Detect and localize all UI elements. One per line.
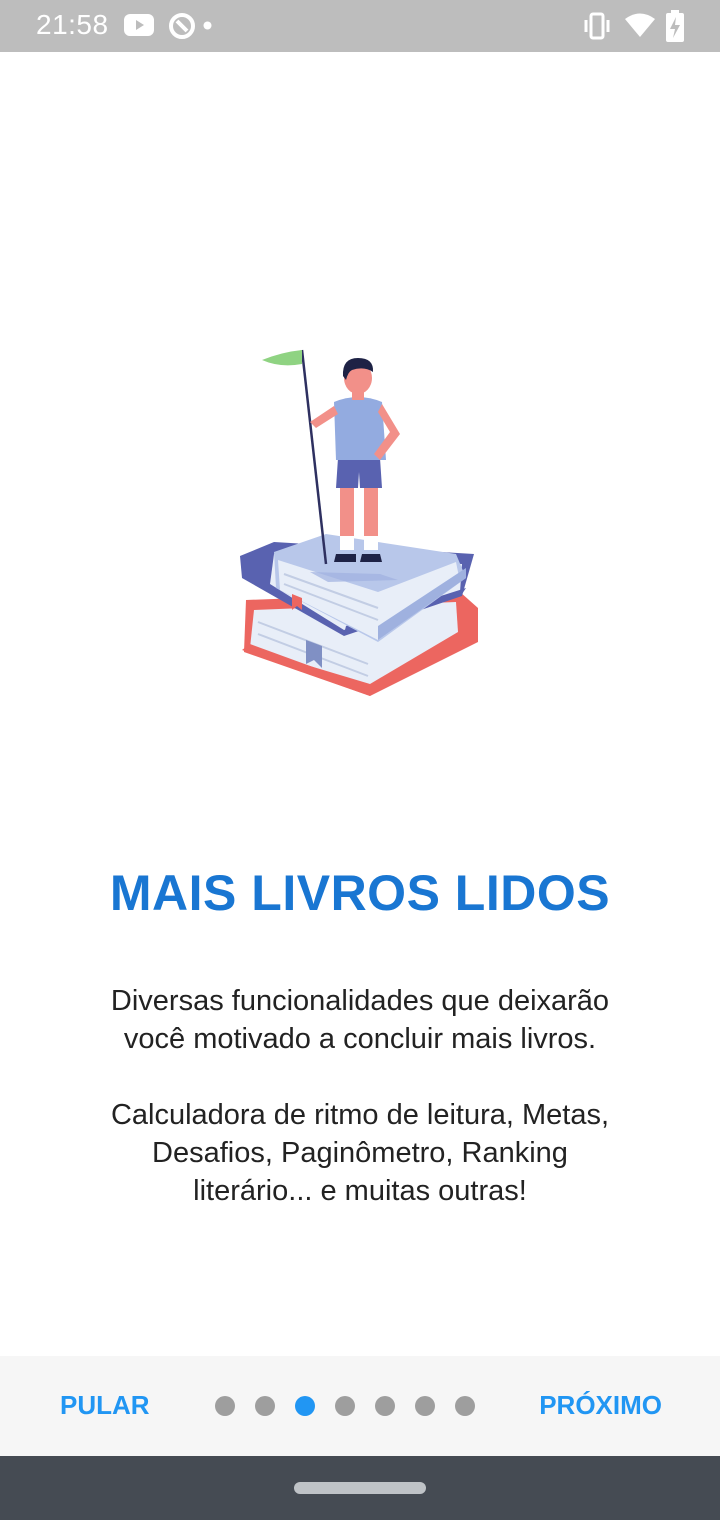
features-line: Calculadora de ritmo de leitura, Metas,: [110, 1099, 610, 1131]
next-button[interactable]: PRÓXIMO: [539, 1390, 662, 1421]
description-line: Diversas funcionalidades que deixarão: [110, 985, 610, 1017]
description-line: você motivado a concluir mais livros.: [123, 1023, 597, 1055]
vibrate-icon: [584, 12, 610, 40]
features-text: Calculadora de ritmo de leitura, Metas, …: [60, 1096, 660, 1210]
wifi-icon: [625, 13, 655, 37]
onboarding-footer: PULAR PRÓXIMO: [0, 1356, 720, 1456]
features-line: literário... e muitas outras!: [193, 1175, 527, 1207]
status-time: 21:58: [36, 9, 109, 40]
page-dot[interactable]: [375, 1396, 395, 1416]
person-on-books-illustration: [240, 349, 478, 696]
features-line: Desafios, Paginômetro, Ranking: [152, 1137, 568, 1169]
sync-icon: [169, 13, 195, 39]
page-dot[interactable]: [455, 1396, 475, 1416]
description-text: Diversas funcionalidades que deixarão vo…: [60, 982, 660, 1058]
onboarding-page: MAIS LIVROS LIDOS Diversas funcionalidad…: [0, 52, 720, 1356]
page-title: MAIS LIVROS LIDOS: [109, 865, 611, 921]
battery-charging-icon: [666, 10, 684, 42]
system-navigation-bar: [0, 1456, 720, 1520]
page-dot[interactable]: [335, 1396, 355, 1416]
page-dot[interactable]: [215, 1396, 235, 1416]
page-dot[interactable]: [255, 1396, 275, 1416]
dot-icon: [203, 21, 212, 30]
status-bar: 21:58: [0, 0, 720, 52]
skip-button[interactable]: PULAR: [60, 1390, 150, 1421]
home-gesture-handle[interactable]: [294, 1482, 426, 1494]
page-dot-active[interactable]: [295, 1396, 315, 1416]
youtube-icon: [124, 14, 154, 36]
page-dot[interactable]: [415, 1396, 435, 1416]
